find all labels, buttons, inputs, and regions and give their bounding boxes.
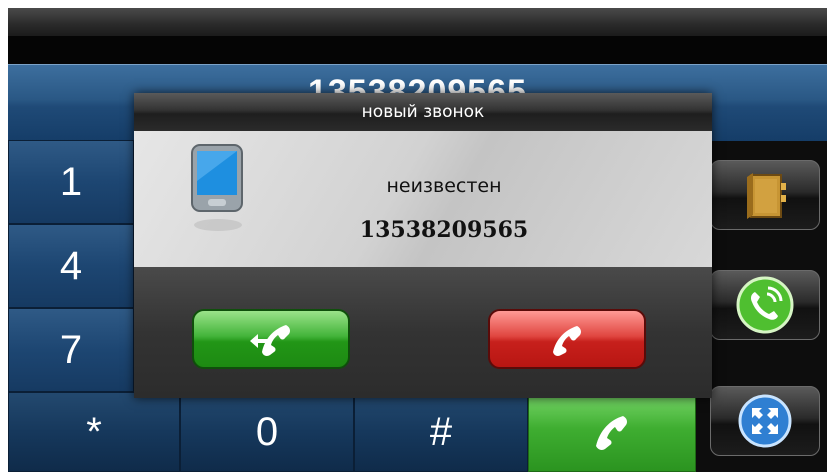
key-0[interactable]: 0 [180, 392, 354, 472]
call-button[interactable] [528, 392, 696, 472]
key-label: 1 [59, 159, 83, 204]
key-label: 0 [255, 409, 279, 454]
answer-button[interactable] [192, 309, 350, 369]
fullscreen-button[interactable] [710, 386, 820, 456]
contacts-book-icon [747, 173, 786, 219]
key-label: 7 [59, 327, 83, 372]
fullscreen-icon [738, 394, 792, 448]
top-status-bar [8, 8, 827, 36]
top-spacer [8, 36, 827, 64]
key-label: 4 [59, 243, 83, 288]
call-log-button[interactable] [710, 270, 820, 340]
key-label: * [86, 409, 102, 454]
caller-name: неизвестен [386, 175, 502, 197]
key-label: # [429, 409, 453, 454]
phone-icon [596, 416, 627, 450]
answer-phone-icon [250, 325, 290, 356]
key-star[interactable]: * [8, 392, 180, 472]
key-4[interactable]: 4 [8, 224, 134, 308]
dialog-actions [134, 267, 712, 398]
dialog-title: новый звонок [134, 93, 712, 131]
contacts-button[interactable] [710, 160, 820, 230]
hangup-phone-icon [553, 326, 581, 356]
key-hash[interactable]: # [354, 392, 528, 472]
key-1[interactable]: 1 [8, 140, 134, 224]
mobile-device-icon [191, 144, 243, 231]
key-7[interactable]: 7 [8, 308, 134, 392]
caller-number: 13538209565 [359, 217, 529, 243]
call-log-icon [736, 276, 794, 334]
incoming-call-dialog: новый звонок неизвестен 13538209565 [134, 93, 712, 398]
phone-screen: 13538209565 1 4 7 * 0 # новый звонок неи… [8, 8, 827, 472]
caller-info: неизвестен 13538209565 [134, 131, 712, 267]
reject-button[interactable] [488, 309, 646, 369]
